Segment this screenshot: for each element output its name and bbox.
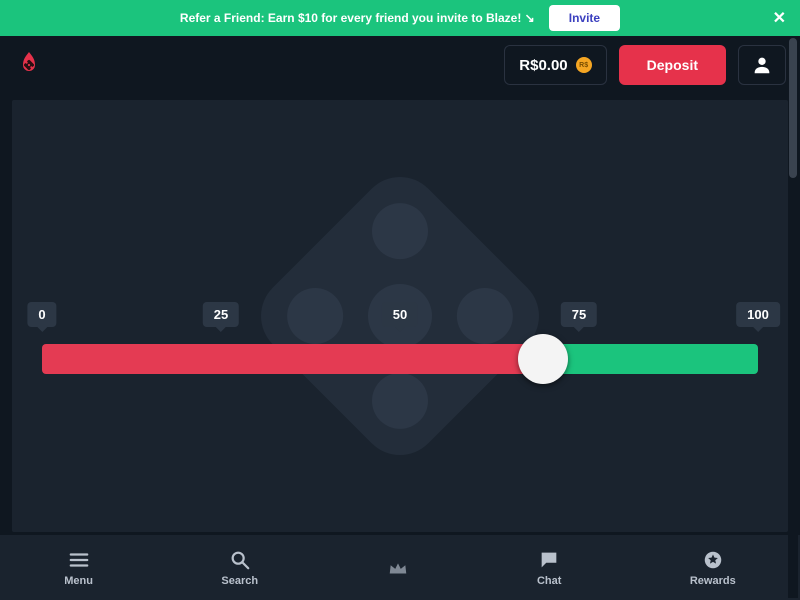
nav-label: Chat <box>537 575 561 587</box>
header: R$0.00 R$ Deposit <box>0 36 800 94</box>
slider-handle[interactable] <box>518 334 568 384</box>
slider-mark: 75 <box>561 302 597 327</box>
coin-icon: R$ <box>576 57 592 73</box>
nav-search[interactable]: Search <box>211 543 268 593</box>
nav-label: Search <box>221 575 258 587</box>
slider-mark: 0 <box>27 302 56 327</box>
referral-text: Refer a Friend: Earn $10 for every frien… <box>180 11 535 25</box>
slider-marks: 0 25 50 75 100 <box>42 302 758 332</box>
nav-rewards[interactable]: Rewards <box>680 543 746 593</box>
slider-track-over <box>543 344 758 374</box>
nav-center[interactable] <box>377 551 419 585</box>
slider-mark: 25 <box>203 302 239 327</box>
deposit-button[interactable]: Deposit <box>619 45 726 85</box>
profile-button[interactable] <box>738 45 786 85</box>
balance-box[interactable]: R$0.00 R$ <box>504 45 606 85</box>
slider-track-under <box>42 344 543 374</box>
chat-icon <box>538 549 560 571</box>
user-icon <box>751 54 773 76</box>
slider-mark: 100 <box>736 302 780 327</box>
nav-label: Menu <box>64 575 93 587</box>
slider-track[interactable] <box>42 344 758 374</box>
nav-chat[interactable]: Chat <box>527 543 571 593</box>
star-circle-icon <box>702 549 724 571</box>
game-area: 0 25 50 75 100 <box>12 100 788 532</box>
balance-amount: R$0.00 <box>519 57 567 74</box>
dice-pip <box>360 192 439 271</box>
scrollbar-thumb[interactable] <box>789 38 797 178</box>
close-icon[interactable]: ✕ <box>773 8 786 28</box>
menu-icon <box>68 549 90 571</box>
dice-slider[interactable]: 0 25 50 75 100 <box>42 302 758 374</box>
search-icon <box>229 549 251 571</box>
nav-label: Rewards <box>690 575 736 587</box>
nav-menu[interactable]: Menu <box>54 543 103 593</box>
slider-mark: 50 <box>382 302 418 327</box>
brand-logo-icon[interactable] <box>14 50 44 80</box>
scrollbar[interactable] <box>788 38 798 598</box>
crown-icon <box>387 557 409 579</box>
referral-banner: Refer a Friend: Earn $10 for every frien… <box>0 0 800 36</box>
invite-button[interactable]: Invite <box>549 5 620 31</box>
bottom-nav: Menu Search Chat Rewards <box>0 534 800 600</box>
